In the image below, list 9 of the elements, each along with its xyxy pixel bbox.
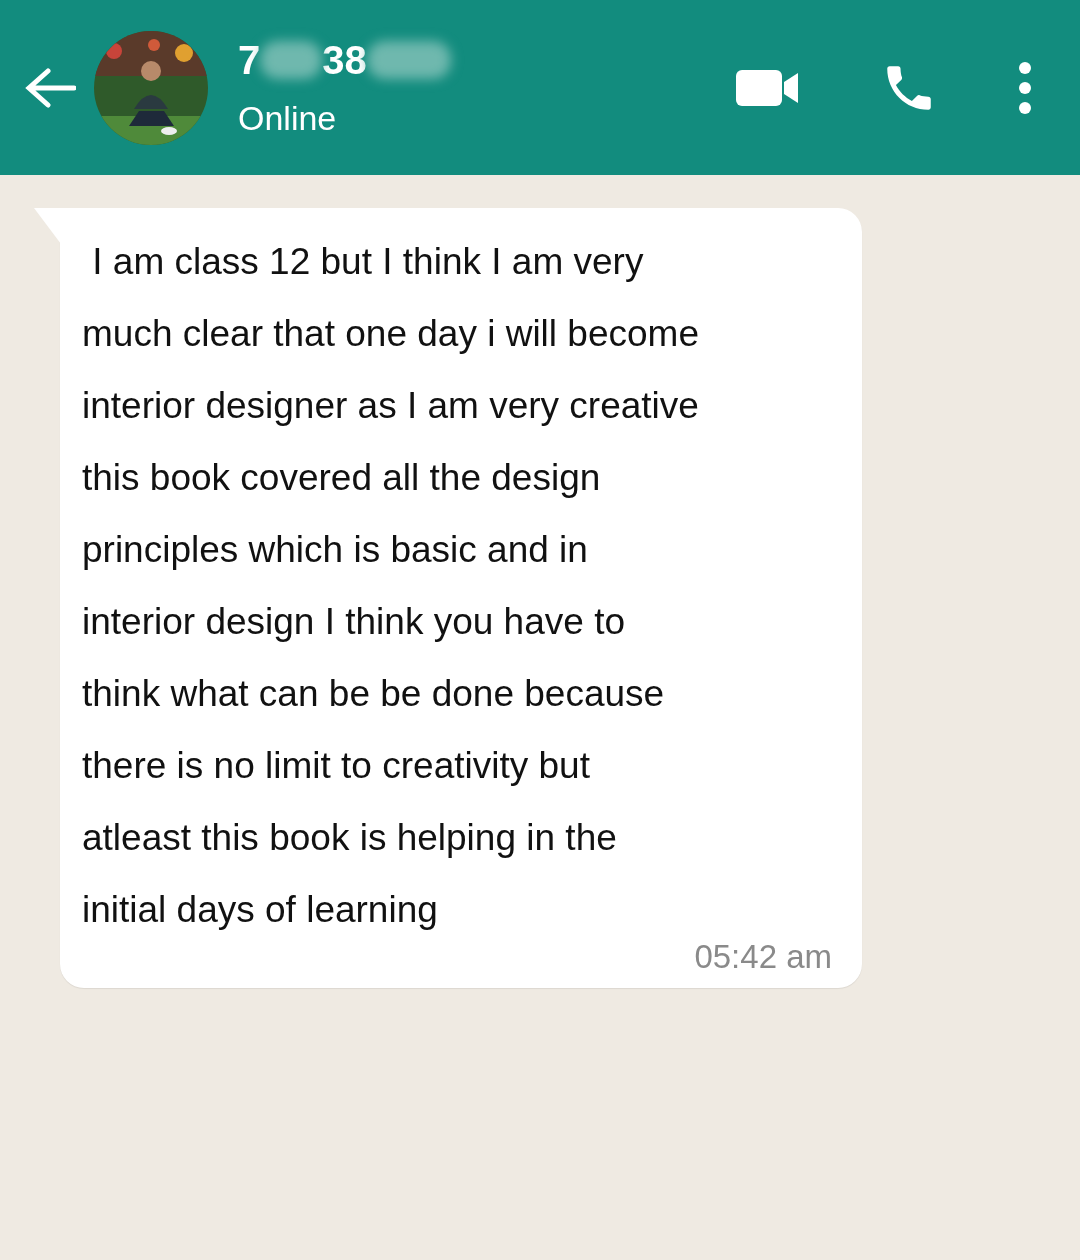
video-call-icon[interactable]: [736, 67, 800, 108]
contact-name: 38: [322, 37, 367, 83]
contact-name: 7: [238, 37, 261, 83]
message-text: I am class 12 but I think I am very much clear that one day i will become interior designer as I am very creative this book covered all the design principles which is basic and in interior design I think you have to think what can be be done because there is no limit to creativity but atleast this book is helping in the initial days of learning: [82, 240, 699, 932]
back-arrow-icon[interactable]: [24, 67, 76, 108]
more-options-icon[interactable]: [1018, 60, 1032, 115]
online-status: Online: [238, 99, 338, 138]
message-time: 05:42 am: [694, 938, 832, 976]
redaction-blur: [260, 41, 323, 79]
